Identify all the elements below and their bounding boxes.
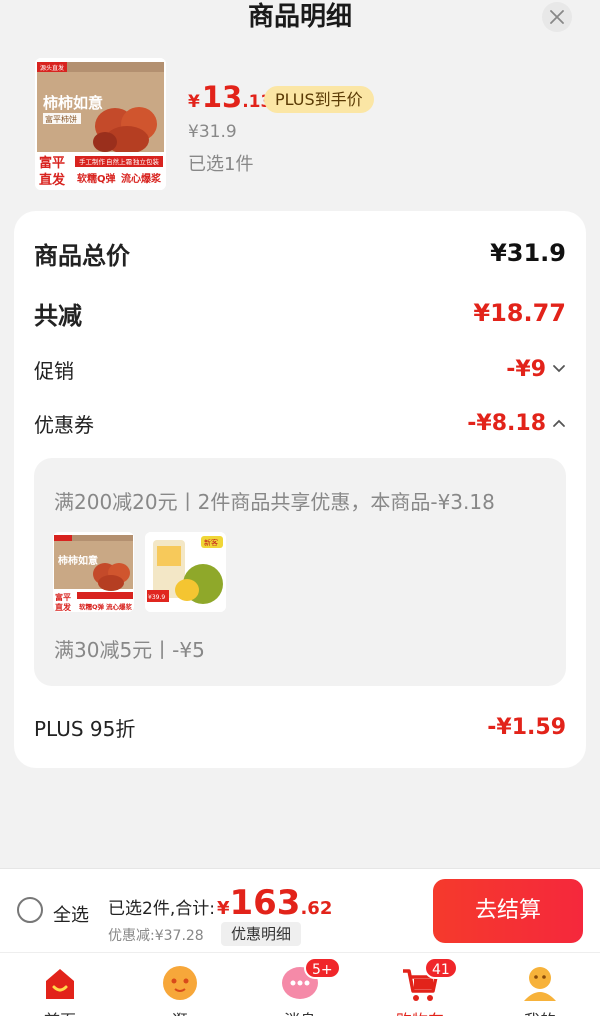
coupon-detail-box: 满200减20元丨2件商品共享优惠，本商品-¥3.18 柿柿如意 富平 直发 软… bbox=[34, 458, 566, 686]
plus-discount-value: -¥1.59 bbox=[487, 714, 566, 740]
bottom-tabbar: 首页 逛 5+ 消息 41 购物车 bbox=[0, 952, 600, 1016]
plus-discount-label: PLUS 95折 bbox=[34, 716, 136, 741]
coupon-desc-2: 满30减5元丨-¥5 bbox=[54, 638, 205, 662]
total-currency: ¥ bbox=[216, 898, 230, 919]
total-integer: 163 bbox=[229, 883, 301, 923]
coupon-value-wrap[interactable]: -¥8.18 bbox=[467, 411, 566, 436]
thumb-origin-line1: 富平 bbox=[39, 155, 65, 171]
price-currency: ¥ bbox=[188, 92, 200, 112]
browse-icon bbox=[163, 966, 197, 1000]
tab-profile[interactable]: 我的 bbox=[480, 953, 600, 1016]
tab-browse[interactable]: 逛 bbox=[120, 953, 240, 1016]
select-all-label[interactable]: 全选 bbox=[53, 901, 89, 927]
original-price: ¥31.9 bbox=[188, 122, 237, 142]
thumb-sub-text: 富平柿饼 bbox=[45, 114, 77, 124]
promo-value-wrap[interactable]: -¥9 bbox=[506, 357, 566, 382]
order-summary: 已选2件,合计: ¥ 163 .62 bbox=[108, 883, 332, 923]
coupon-thumb-origin-1: 富平 bbox=[55, 592, 71, 602]
total-reduce-label: 共减 bbox=[34, 301, 82, 330]
total-price-label: 商品总价 bbox=[34, 241, 130, 270]
coupon-product-thumb-1[interactable]: 柿柿如意 富平 直发 软糯Q弹 流心爆浆 bbox=[53, 532, 134, 612]
plus-discount-row: PLUS 95折 -¥1.59 bbox=[34, 710, 566, 744]
coupon-thumb2-price: ¥39.9 bbox=[148, 594, 165, 601]
total-reduce-row: 共减 ¥18.77 bbox=[34, 295, 566, 331]
checkout-button[interactable]: 去结算 bbox=[433, 879, 583, 943]
close-icon bbox=[550, 10, 564, 24]
coupon-desc-1: 满200减20元丨2件商品共享优惠，本商品-¥3.18 bbox=[54, 490, 495, 514]
discount-detail-button[interactable]: 优惠明细 bbox=[221, 922, 302, 946]
thumb-brand-text: 源头直发 bbox=[40, 64, 64, 72]
coupon-thumb-origin-2: 直发 bbox=[55, 602, 72, 612]
coupon-thumb-slogan-2: 流心爆浆 bbox=[106, 602, 133, 611]
tab-browse-label: 逛 bbox=[120, 1007, 240, 1016]
promo-value: -¥9 bbox=[506, 356, 546, 382]
home-icon bbox=[46, 969, 74, 999]
price-detail-card: 商品总价 ¥31.9 共减 ¥18.77 促销 -¥9 优惠券 -¥8.18 满… bbox=[14, 211, 586, 768]
tab-profile-label: 我的 bbox=[480, 1007, 600, 1016]
tab-home[interactable]: 首页 bbox=[0, 953, 120, 1016]
chevron-up-icon bbox=[553, 419, 565, 427]
plus-price-badge: PLUS到手价 bbox=[264, 86, 374, 113]
thumb-tag-1: 手工制作 bbox=[79, 157, 106, 166]
thumb-tag-3: 独立包装 bbox=[133, 157, 160, 166]
chevron-down-icon bbox=[553, 365, 565, 373]
cart-badge: 41 bbox=[424, 957, 458, 979]
promo-row[interactable]: 促销 -¥9 bbox=[34, 353, 566, 385]
coupon-row[interactable]: 优惠券 -¥8.18 bbox=[34, 407, 566, 439]
select-all-checkbox[interactable] bbox=[17, 897, 43, 923]
selected-count: 已选1件 bbox=[188, 154, 254, 175]
price-integer: 13 bbox=[201, 80, 243, 114]
coupon-thumb-slogan: 软糯Q弹 bbox=[79, 602, 105, 611]
messages-badge: 5+ bbox=[304, 957, 341, 979]
page-title: 商品明细 bbox=[247, 2, 352, 32]
thumb-tag-2: 自然上霜 bbox=[106, 157, 133, 166]
tab-cart-label: 购物车 bbox=[360, 1007, 480, 1016]
profile-icon bbox=[524, 967, 556, 1001]
thumb-slogan-2: 流心爆浆 bbox=[121, 172, 162, 185]
coupon-thumb-name: 柿柿如意 bbox=[58, 554, 98, 567]
close-button[interactable] bbox=[542, 2, 572, 32]
summary-text: 已选2件,合计: bbox=[108, 899, 215, 919]
coupon-label: 优惠券 bbox=[34, 412, 94, 437]
promo-label: 促销 bbox=[34, 358, 74, 383]
thumb-name-text: 柿柿如意 bbox=[43, 94, 103, 112]
tab-cart[interactable]: 41 购物车 bbox=[360, 953, 480, 1016]
coupon-thumb2-tag: 新客 bbox=[204, 538, 218, 547]
total-decimal: .62 bbox=[300, 898, 333, 919]
coupon-value: -¥8.18 bbox=[467, 410, 546, 436]
tab-messages[interactable]: 5+ 消息 bbox=[240, 953, 360, 1016]
product-thumbnail: 源头直发 柿柿如意 富平柿饼 富平 直发 手工制作 自然上霜 独立包装 软糯Q弹… bbox=[35, 58, 166, 190]
total-price-row: 商品总价 ¥31.9 bbox=[34, 235, 566, 271]
tab-messages-label: 消息 bbox=[240, 1007, 360, 1016]
checkout-bar: 全选 已选2件,合计: ¥ 163 .62 优惠减:¥37.28 优惠明细 去结… bbox=[0, 868, 600, 952]
thumb-slogan-1: 软糯Q弹 bbox=[77, 172, 116, 185]
tab-home-label: 首页 bbox=[0, 1007, 120, 1016]
total-price-value: ¥31.9 bbox=[490, 239, 566, 267]
coupon-product-thumb-2[interactable]: 新客 ¥39.9 bbox=[145, 532, 226, 612]
total-reduce-value: ¥18.77 bbox=[473, 299, 566, 327]
thumb-origin-line2: 直发 bbox=[39, 172, 66, 188]
discount-summary: 优惠减:¥37.28 bbox=[108, 928, 204, 944]
product-price: ¥ 13 .13 bbox=[188, 80, 272, 116]
